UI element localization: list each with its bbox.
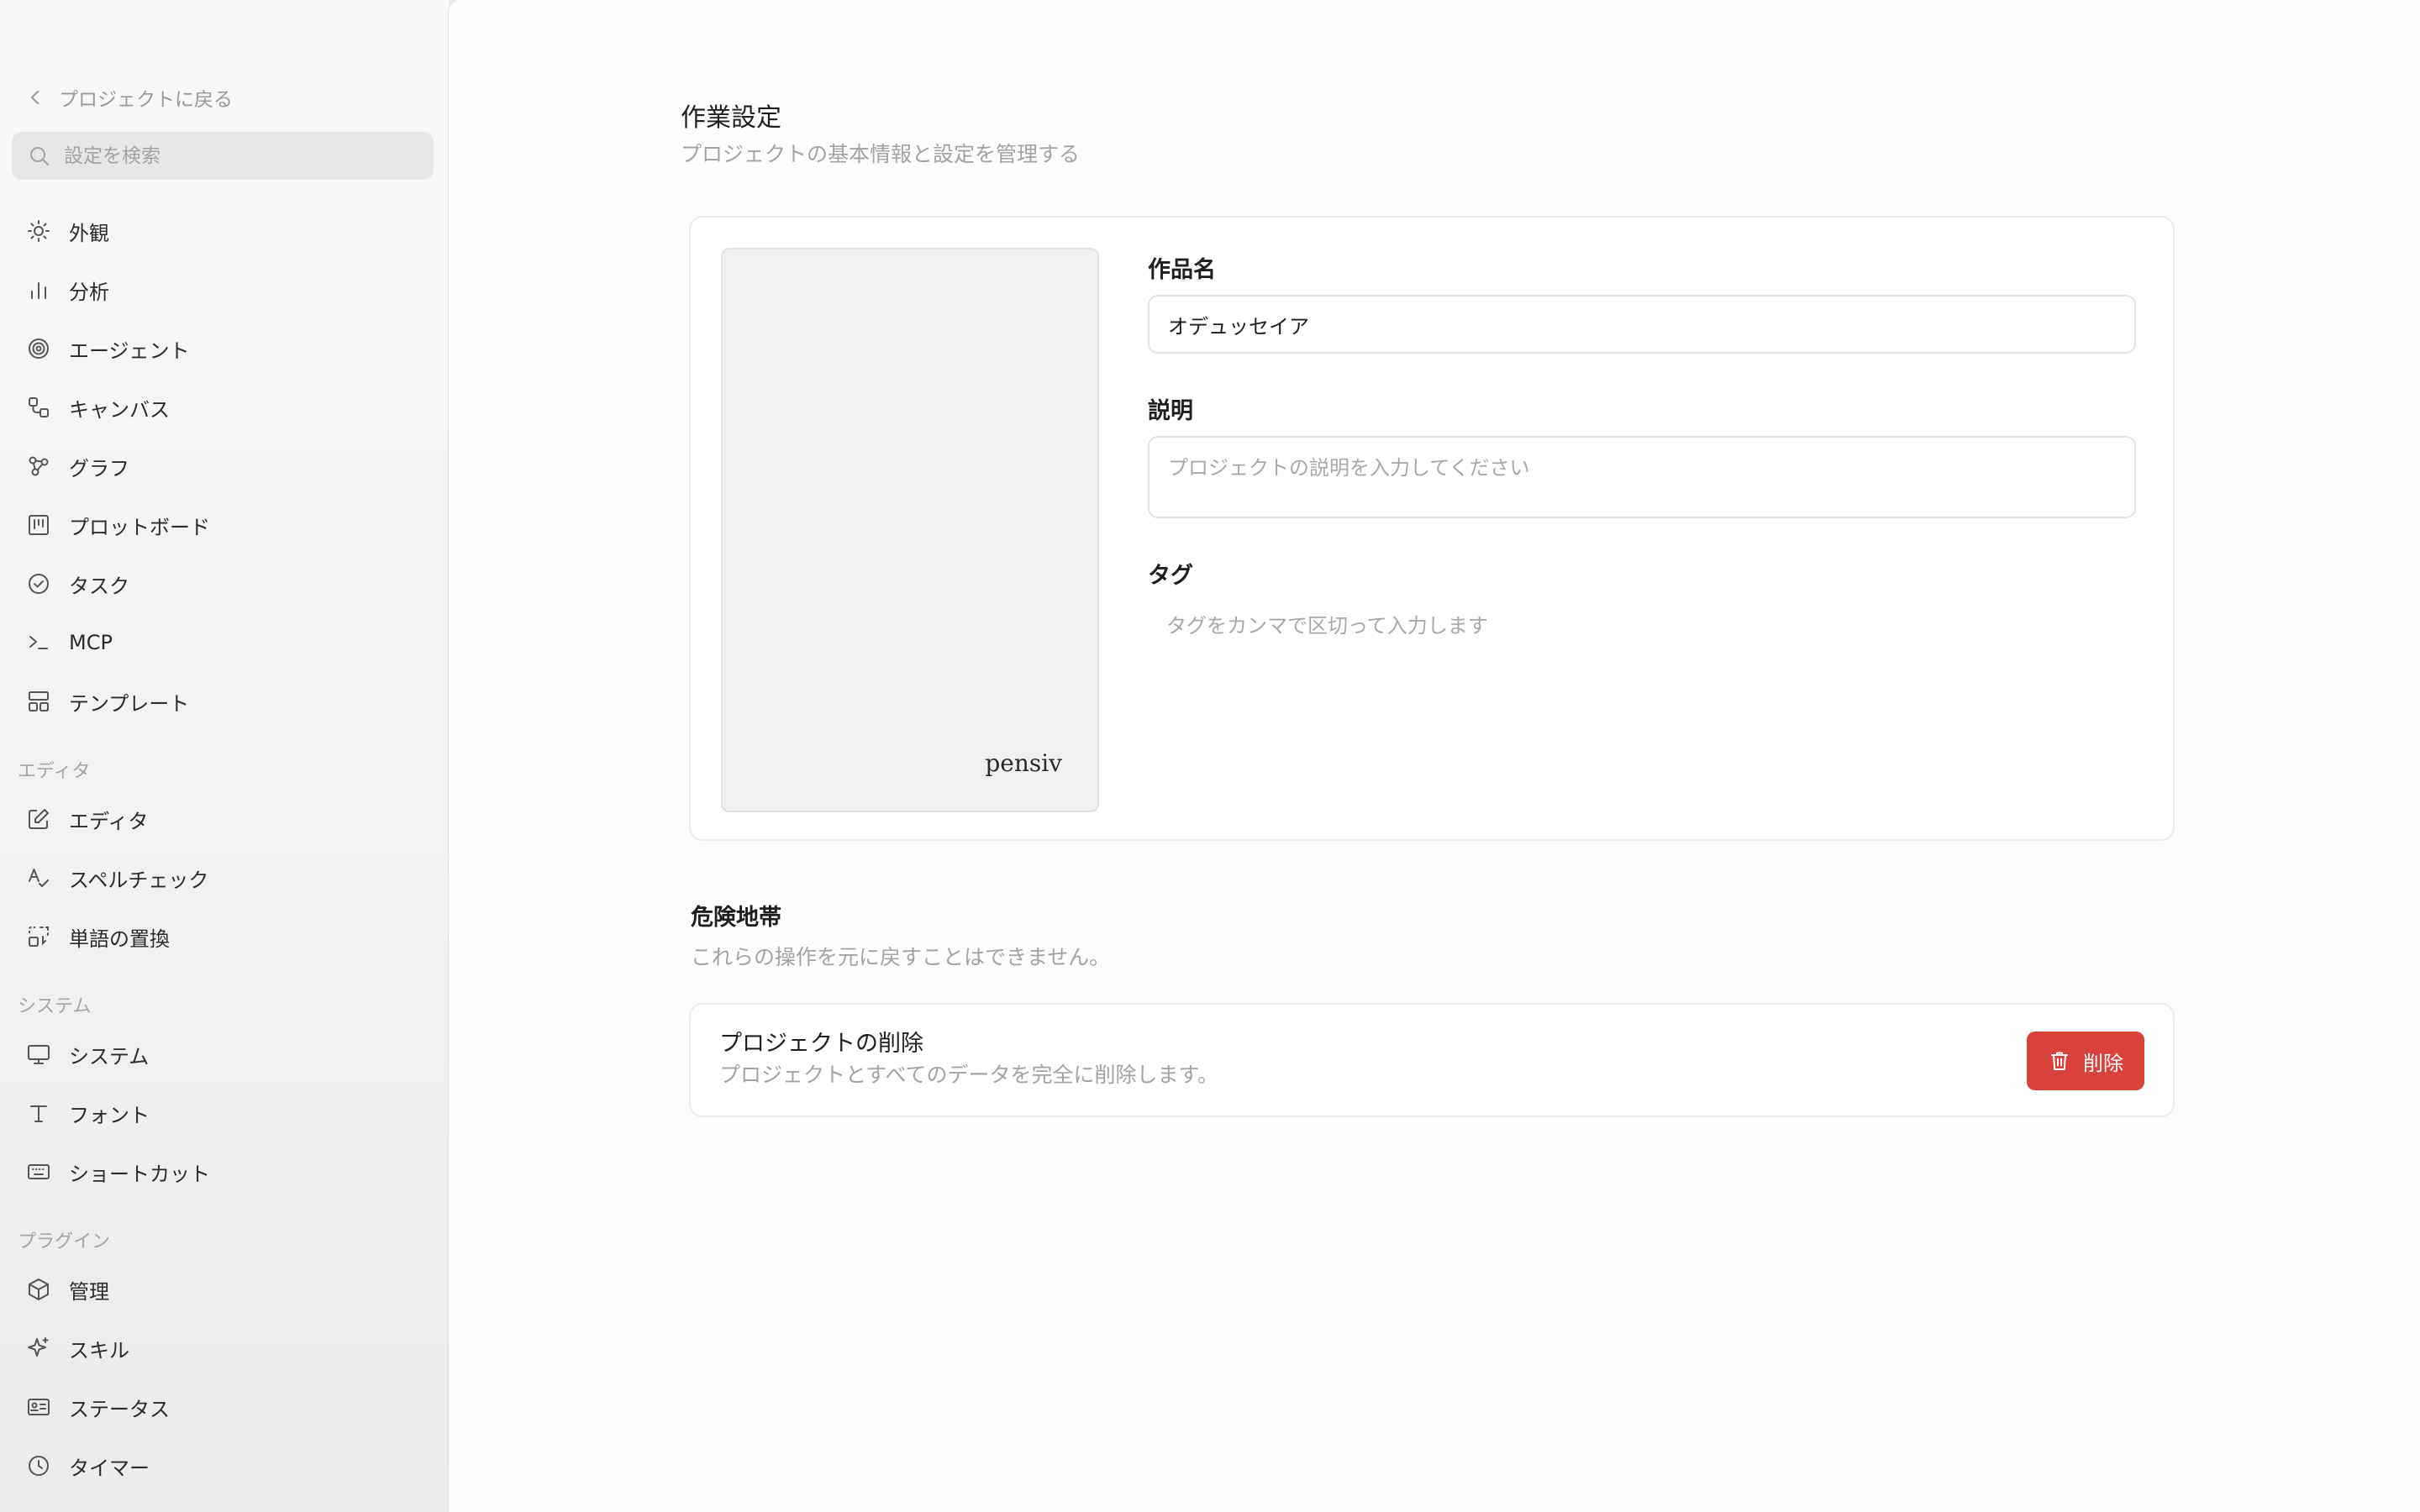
sidebar-item-manage[interactable]: 管理 — [25, 1271, 429, 1308]
settings-sidebar: プロジェクトに戻る 外観 分析 エージェント キャンバス グラフ プロットボード… — [0, 0, 449, 1512]
monitor-icon — [28, 1045, 50, 1064]
sidebar-item-label: キャンバス — [69, 397, 170, 422]
check-circle-icon — [29, 574, 49, 594]
kanban-icon — [29, 515, 49, 535]
tags-input[interactable] — [1148, 602, 2136, 649]
keyboard-icon — [28, 1164, 50, 1179]
project-info-card: pensiv 作品名 説明 タグ — [689, 216, 2175, 841]
cover-image[interactable]: pensiv — [721, 248, 1099, 812]
sidebar-item-label: スキル — [69, 1338, 129, 1362]
sparkles-icon — [28, 1337, 49, 1357]
sidebar-item-spellcheck[interactable]: スペルチェック — [25, 859, 429, 896]
sidebar-item-word-replace[interactable]: 単語の置換 — [25, 918, 429, 955]
sidebar-item-shortcuts[interactable]: ショートカット — [25, 1153, 429, 1190]
terminal-icon — [29, 636, 48, 649]
bar-chart-icon — [31, 282, 46, 299]
search-icon — [30, 146, 49, 165]
shapes-icon — [29, 397, 49, 417]
sidebar-item-mcp[interactable]: MCP — [25, 624, 429, 661]
id-card-icon — [28, 1399, 50, 1415]
sidebar-item-label: スペルチェック — [69, 868, 209, 892]
sidebar-item-skills[interactable]: スキル — [25, 1330, 429, 1367]
sidebar-item-label: MCP — [69, 631, 113, 654]
sidebar-item-templates[interactable]: テンプレート — [25, 683, 429, 720]
sidebar-item-analytics[interactable]: 分析 — [25, 271, 429, 308]
description-textarea[interactable] — [1148, 436, 2136, 518]
page-subtitle: プロジェクトの基本情報と設定を管理する — [681, 142, 1081, 166]
layout-icon — [29, 691, 49, 711]
sidebar-item-label: ステータス — [69, 1397, 170, 1421]
spiral-icon — [29, 339, 49, 359]
clock-icon — [29, 1456, 49, 1476]
sidebar-item-label: ショートカット — [69, 1162, 210, 1186]
sidebar-item-label: 単語の置換 — [69, 927, 170, 951]
sidebar-item-label: タイマー — [69, 1456, 150, 1480]
delete-project-card: プロジェクトの削除 プロジェクトとすべてのデータを完全に削除します。 削除 — [689, 1003, 2175, 1117]
spellcheck-icon — [29, 869, 49, 887]
sidebar-item-label: エージェント — [69, 339, 190, 363]
name-label: 作品名 — [1148, 257, 1216, 283]
delete-project-button[interactable]: 削除 — [2027, 1032, 2144, 1090]
sidebar-item-timer[interactable]: タイマー — [25, 1447, 429, 1484]
sidebar-item-canvas[interactable]: キャンバス — [25, 389, 429, 426]
settings-main-panel: 作業設定 プロジェクトの基本情報と設定を管理する pensiv 作品名 説明 タ… — [449, 0, 2420, 1512]
back-label: プロジェクトに戻る — [59, 89, 233, 111]
settings-search[interactable] — [12, 132, 434, 180]
sidebar-item-editor[interactable]: エディタ — [25, 801, 429, 837]
sidebar-item-font[interactable]: フォント — [25, 1095, 429, 1131]
danger-zone-title: 危険地帯 — [691, 905, 781, 931]
back-to-project-link[interactable]: プロジェクトに戻る — [27, 82, 233, 113]
sidebar-item-appearance[interactable]: 外観 — [25, 213, 429, 249]
sun-icon — [28, 220, 50, 242]
cover-brand-text: pensiv — [985, 749, 1062, 777]
delete-project-title: プロジェクトの削除 — [719, 1031, 923, 1057]
page-title: 作業設定 — [681, 103, 781, 133]
sidebar-item-plotboard[interactable]: プロットボード — [25, 507, 429, 543]
sidebar-item-label: 外観 — [69, 221, 109, 245]
sidebar-item-status[interactable]: ステータス — [25, 1389, 429, 1425]
sidebar-item-label: グラフ — [69, 456, 129, 480]
description-label: 説明 — [1148, 398, 1193, 424]
sidebar-item-system[interactable]: システム — [25, 1036, 429, 1073]
type-icon — [30, 1105, 47, 1122]
section-label-plugins: プラグイン — [18, 1231, 111, 1252]
sidebar-item-label: プロットボード — [69, 515, 210, 539]
package-icon — [29, 1278, 49, 1300]
edit-icon — [29, 809, 49, 829]
danger-zone-description: これらの操作を元に戻すことはできません。 — [691, 945, 1111, 969]
sidebar-item-tasks[interactable]: タスク — [25, 565, 429, 602]
sidebar-item-label: タスク — [69, 574, 129, 598]
sidebar-item-agent[interactable]: エージェント — [25, 330, 429, 367]
delete-button-label: 削除 — [2083, 1051, 2123, 1075]
sidebar-item-label: 管理 — [69, 1279, 109, 1304]
graph-nodes-icon — [29, 456, 49, 476]
search-input[interactable] — [62, 144, 418, 168]
sidebar-item-label: テンプレート — [69, 691, 190, 716]
sidebar-item-graph[interactable]: グラフ — [25, 448, 429, 485]
replace-icon — [29, 927, 49, 947]
tags-label: タグ — [1148, 563, 1193, 589]
trash-icon — [2051, 1052, 2068, 1070]
delete-project-description: プロジェクトとすべてのデータを完全に削除します。 — [719, 1063, 1219, 1087]
sidebar-item-label: 分析 — [69, 280, 109, 304]
sidebar-item-label: システム — [69, 1044, 150, 1068]
chevron-left-icon — [30, 90, 39, 105]
sidebar-item-label: フォント — [69, 1103, 150, 1127]
work-name-input[interactable] — [1148, 295, 2136, 354]
sidebar-item-label: エディタ — [69, 809, 149, 833]
section-label-system: システム — [18, 996, 92, 1017]
section-label-editor: エディタ — [18, 761, 91, 782]
